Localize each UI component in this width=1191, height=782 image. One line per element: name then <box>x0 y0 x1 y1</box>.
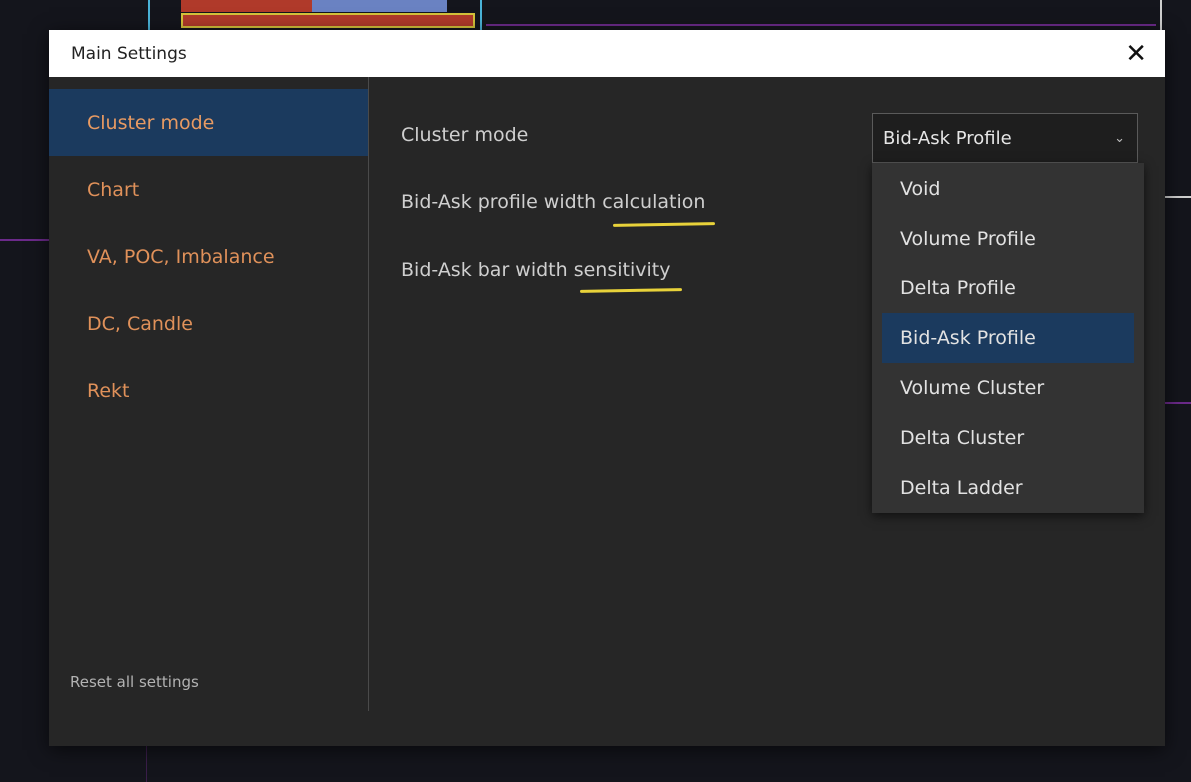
dialog-title: Main Settings <box>71 43 187 64</box>
sidebar-item-va-poc-imbalance[interactable]: VA, POC, Imbalance <box>49 223 368 290</box>
chart-line <box>1165 402 1191 404</box>
dialog-titlebar: Main Settings ✕ <box>49 30 1165 77</box>
chart-frame <box>148 0 482 30</box>
chart-line <box>1165 196 1191 198</box>
dropdown-option-delta-cluster[interactable]: Delta Cluster <box>872 413 1144 463</box>
chevron-down-icon: ⌄ <box>1114 130 1125 146</box>
cluster-mode-label: Cluster mode <box>401 124 529 146</box>
settings-sidebar: Cluster mode Chart VA, POC, Imbalance DC… <box>49 77 369 711</box>
annotation-underline <box>579 288 683 293</box>
sidebar-item-chart[interactable]: Chart <box>49 156 368 223</box>
dropdown-option-void[interactable]: Void <box>872 164 1144 214</box>
sidebar-item-rekt[interactable]: Rekt <box>49 357 368 424</box>
dropdown-option-volume-cluster[interactable]: Volume Cluster <box>872 363 1144 413</box>
dropdown-option-delta-ladder[interactable]: Delta Ladder <box>872 463 1144 513</box>
close-icon[interactable]: ✕ <box>1125 41 1147 67</box>
bar-width-sensitivity-label: Bid-Ask bar width sensitivity <box>401 259 671 281</box>
chart-line <box>486 24 1156 26</box>
chart-grid-line <box>1160 0 1162 30</box>
chart-grid-line <box>146 746 147 782</box>
sidebar-item-cluster-mode[interactable]: Cluster mode <box>49 89 368 156</box>
annotation-underline <box>612 222 716 227</box>
reset-all-settings-link[interactable]: Reset all settings <box>70 673 199 691</box>
cluster-mode-select[interactable]: Bid-Ask Profile ⌄ <box>872 113 1138 163</box>
cluster-mode-dropdown: Void Volume Profile Delta Profile Bid-As… <box>872 163 1144 513</box>
dropdown-option-volume-profile[interactable]: Volume Profile <box>872 214 1144 264</box>
profile-width-calculation-label: Bid-Ask profile width calculation <box>401 191 706 213</box>
dropdown-option-delta-profile[interactable]: Delta Profile <box>872 264 1144 314</box>
dropdown-option-bid-ask-profile[interactable]: Bid-Ask Profile <box>882 313 1134 364</box>
cluster-mode-select-value: Bid-Ask Profile <box>883 127 1012 149</box>
main-settings-dialog: Main Settings ✕ Cluster mode Chart VA, P… <box>49 30 1165 746</box>
sidebar-item-dc-candle[interactable]: DC, Candle <box>49 290 368 357</box>
chart-line <box>0 239 49 241</box>
